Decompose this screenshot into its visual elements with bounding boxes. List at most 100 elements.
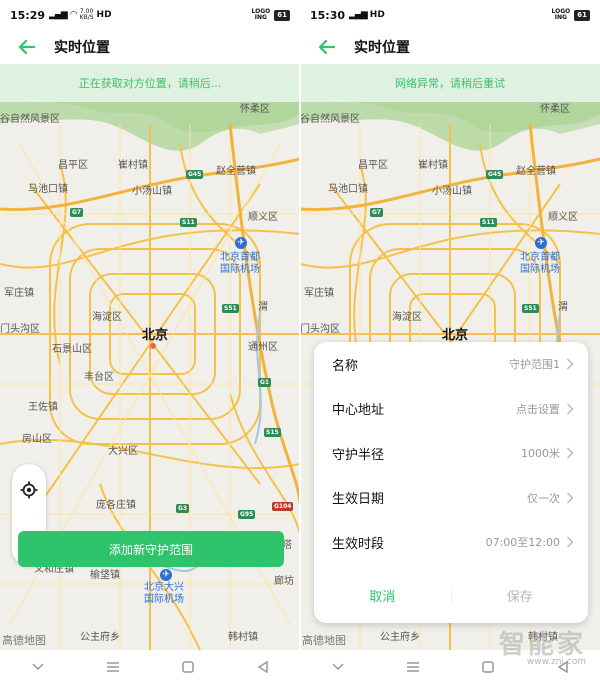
watermark: 智能家 www.znj.com <box>499 624 586 667</box>
back-arrow-icon[interactable] <box>12 32 42 62</box>
nav-bar <box>0 650 300 683</box>
sheet-row-time[interactable]: 生效时段 07:00至12:00 <box>314 520 588 565</box>
map-label: 顺义区 <box>248 212 278 223</box>
row-value: 点击设置 <box>516 402 560 416</box>
network-type: HD <box>369 10 385 20</box>
row-value: 07:00至12:00 <box>485 536 560 550</box>
map-label: 海淀区 <box>92 312 122 323</box>
map-brand: 高德地图 <box>2 634 46 647</box>
row-label: 生效时段 <box>332 536 385 552</box>
map-label: 顺义区 <box>548 212 578 223</box>
map-label-beijing: 北京 <box>442 328 469 343</box>
battery-icon: 61 <box>274 9 290 21</box>
map-label: 小汤山镇 <box>132 186 172 197</box>
network-speed: 7.00 KB/S <box>79 8 94 21</box>
map-label: 军庄镇 <box>4 288 34 299</box>
map-label: 廊坊 <box>274 576 294 587</box>
signal-icon: ▂▄▆ <box>349 10 368 20</box>
map-label: 谷自然风景区 <box>0 114 60 125</box>
guard-range-sheet: 名称 守护范围1 中心地址 点击设置 守护半径 1000米 生效日期 仅一次 生… <box>314 342 588 623</box>
watermark-text: 智能家 <box>498 630 586 660</box>
highway-badge: S51 <box>222 304 239 313</box>
map-label: 昌平区 <box>58 160 88 171</box>
app-header: 实时位置 <box>300 30 600 64</box>
sheet-actions: 取消 保存 <box>314 567 588 623</box>
sheet-row-radius[interactable]: 守护半径 1000米 <box>314 431 588 476</box>
save-button[interactable]: 保存 <box>452 586 589 605</box>
map-label: 房山区 <box>22 434 52 445</box>
map-label: 赵全营镇 <box>216 166 256 177</box>
map-label: 谷自然风景区 <box>300 114 360 125</box>
status-time: 15:30 <box>310 8 346 22</box>
map-label: 崔村镇 <box>118 160 148 171</box>
map-label: 门头沟区 <box>0 324 40 335</box>
nav-home-icon[interactable] <box>168 652 208 682</box>
highway-badge: S11 <box>180 218 197 227</box>
map-label: 王佐镇 <box>28 402 58 413</box>
map-label: 榆垡镇 <box>90 570 120 581</box>
map-label: 海淀区 <box>392 312 422 323</box>
map-label: 庞各庄镇 <box>96 500 136 511</box>
row-label: 守护半径 <box>332 447 385 463</box>
map-label: 怀柔区 <box>240 104 270 115</box>
nav-menu-icon[interactable] <box>393 652 433 682</box>
battery-icon: 61 <box>574 9 590 21</box>
nav-down-icon[interactable] <box>18 652 58 682</box>
nav-down-icon[interactable] <box>318 652 358 682</box>
cancel-button[interactable]: 取消 <box>314 586 451 605</box>
locate-icon[interactable] <box>12 464 46 515</box>
map-label: 马池口镇 <box>28 184 68 195</box>
map-label: 石景山区 <box>52 344 92 355</box>
highway-badge: S51 <box>522 304 539 313</box>
page-title: 实时位置 <box>54 40 110 56</box>
chevron-right-icon <box>566 403 574 415</box>
map-label: 公主府乡 <box>80 632 120 643</box>
network-type: HD <box>96 10 112 20</box>
map-label: 怀柔区 <box>540 104 570 115</box>
add-guard-range-button[interactable]: 添加新守护范围 <box>18 531 284 567</box>
nav-menu-icon[interactable] <box>93 652 133 682</box>
page-title: 实时位置 <box>354 40 410 56</box>
highway-badge: G95 <box>238 510 256 519</box>
map-label-beijing: 北京 <box>142 328 169 343</box>
airport-icon: ✈ <box>160 569 172 581</box>
map-label: 军庄镇 <box>304 288 334 299</box>
airport-icon: ✈ <box>535 237 547 249</box>
wifi-icon: ◠ <box>69 10 78 20</box>
map-label: 大兴区 <box>108 446 138 457</box>
highway-badge: G1 <box>258 378 272 387</box>
sheet-row-date[interactable]: 生效日期 仅一次 <box>314 476 588 521</box>
map-label: 赵全营镇 <box>516 166 556 177</box>
right-screen: 15:30 ▂▄▆ HD LOGO ING 61 实时位置 怀柔区 谷自然风景区… <box>300 0 600 683</box>
sheet-row-center-address[interactable]: 中心地址 点击设置 <box>314 387 588 432</box>
map-label: 渭 <box>558 302 568 313</box>
row-value: 仅一次 <box>527 491 560 505</box>
row-value: 1000米 <box>521 447 560 461</box>
status-notice: 网络异常，请稍后重试 <box>300 64 600 102</box>
highway-badge: G45 <box>186 170 204 179</box>
status-logo: LOGO ING <box>551 8 571 21</box>
row-label: 名称 <box>332 358 359 374</box>
left-screen: 15:29 ▂▄▆ ◠ 7.00 KB/S HD LOGO ING 61 实时位置 <box>0 0 300 683</box>
chevron-right-icon <box>566 358 574 370</box>
row-label: 生效日期 <box>332 492 385 508</box>
map-label: 渭 <box>258 302 268 313</box>
back-arrow-icon[interactable] <box>312 32 342 62</box>
chevron-right-icon <box>566 536 574 548</box>
highway-badge: G3 <box>176 504 190 513</box>
row-label: 中心地址 <box>332 403 385 419</box>
map-label: 公主府乡 <box>380 632 420 643</box>
highway-badge: S11 <box>480 218 497 227</box>
map-label: 马池口镇 <box>328 184 368 195</box>
app-header: 实时位置 <box>0 30 300 64</box>
map-label: 通州区 <box>248 342 278 353</box>
nav-back-icon[interactable] <box>243 652 283 682</box>
status-logo: LOGO ING <box>251 8 271 21</box>
map-brand: 高德地图 <box>302 634 346 647</box>
chevron-right-icon <box>566 447 574 459</box>
highway-badge: G7 <box>370 208 384 217</box>
screen-divider <box>299 0 301 683</box>
sheet-row-name[interactable]: 名称 守护范围1 <box>314 342 588 387</box>
status-time: 15:29 <box>10 8 46 22</box>
map-label: 韩村镇 <box>228 632 258 643</box>
